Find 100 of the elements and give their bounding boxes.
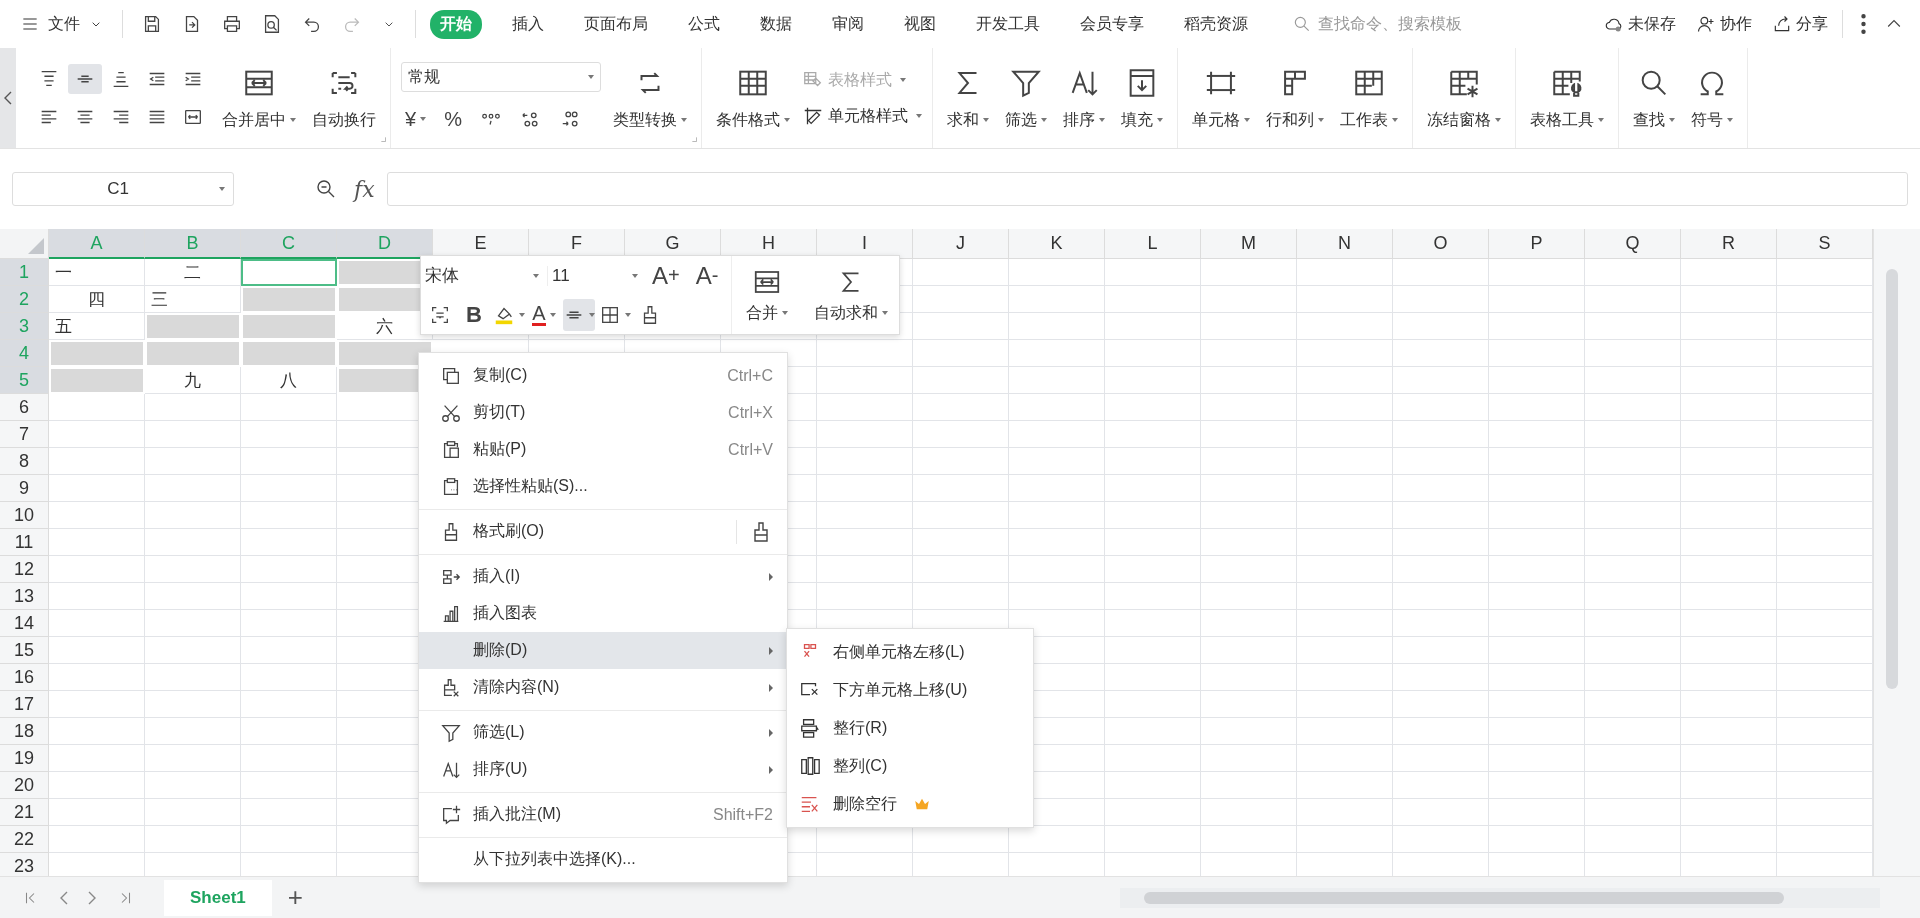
conditional-format-button[interactable]: 条件格式: [712, 65, 794, 131]
column-header[interactable]: J: [913, 229, 1009, 259]
menu-item[interactable]: 复制(C) Ctrl+C: [419, 357, 787, 394]
font-size-dropdown[interactable]: 11: [547, 265, 642, 286]
percent-button[interactable]: %: [440, 107, 466, 131]
menu-item[interactable]: 从下拉列表中选择(K)...: [419, 841, 787, 878]
menu-item[interactable]: 删除(D): [419, 632, 787, 669]
menu-tab[interactable]: 稻壳资源: [1174, 9, 1258, 39]
column-header[interactable]: M: [1201, 229, 1297, 259]
menu-tab[interactable]: 开发工具: [966, 9, 1050, 39]
symbol-button[interactable]: 符号: [1687, 65, 1737, 131]
menu-item[interactable]: 排序(U): [419, 751, 787, 788]
menu-tab[interactable]: 视图: [894, 9, 946, 39]
row-header[interactable]: 16: [0, 664, 49, 691]
number-format-dropdown[interactable]: 常规: [401, 62, 601, 92]
file-menu[interactable]: 文件: [20, 13, 104, 35]
column-header[interactable]: P: [1489, 229, 1585, 259]
align-button[interactable]: [563, 298, 595, 331]
row-header[interactable]: 14: [0, 610, 49, 637]
sum-button[interactable]: 求和: [943, 65, 993, 131]
table-cell[interactable]: 四: [49, 286, 145, 313]
merge-center-button[interactable]: 合并居中: [218, 65, 300, 131]
menu-item[interactable]: 格式刷(O): [419, 513, 787, 550]
menu-tab[interactable]: 会员专享: [1070, 9, 1154, 39]
share-button[interactable]: 分享: [1772, 13, 1828, 35]
column-header[interactable]: Q: [1585, 229, 1681, 259]
collaborate-button[interactable]: 协作: [1696, 13, 1752, 35]
wrap-text-button[interactable]: 自动换行: [308, 65, 380, 131]
menu-tab[interactable]: 审阅: [822, 9, 874, 39]
menu-item[interactable]: 剪切(T) Ctrl+X: [419, 394, 787, 431]
table-cell[interactable]: 二: [145, 259, 241, 286]
row-header[interactable]: 11: [0, 529, 49, 556]
menu-item[interactable]: 选择性粘贴(S)...: [419, 468, 787, 505]
row-header[interactable]: 13: [0, 583, 49, 610]
fill-button[interactable]: 填充: [1117, 65, 1167, 131]
menu-tab[interactable]: 插入: [502, 9, 554, 39]
row-header[interactable]: 8: [0, 448, 49, 475]
merge-button[interactable]: 合并: [742, 266, 792, 324]
menu-item[interactable]: 右侧单元格左移(L): [787, 633, 1033, 671]
font-color-button[interactable]: A: [529, 298, 559, 331]
filter-button[interactable]: 筛选: [1001, 65, 1051, 131]
autosum-button[interactable]: 自动求和: [810, 266, 892, 324]
formula-input[interactable]: [386, 172, 1908, 206]
table-tools-button[interactable]: 表格工具: [1526, 65, 1608, 131]
name-box[interactable]: C1: [12, 172, 234, 206]
row-header[interactable]: 7: [0, 421, 49, 448]
column-header[interactable]: S: [1777, 229, 1873, 259]
vertical-scrollbar[interactable]: [1873, 229, 1920, 876]
row-header[interactable]: 6: [0, 394, 49, 421]
add-sheet-button[interactable]: +: [277, 882, 313, 913]
row-header[interactable]: 9: [0, 475, 49, 502]
sort-button[interactable]: 排序: [1059, 65, 1109, 131]
menu-item[interactable]: 粘贴(P) Ctrl+V: [419, 431, 787, 468]
menu-item[interactable]: 删除空行: [787, 785, 1033, 823]
menu-item[interactable]: 清除内容(N): [419, 669, 787, 706]
menu-item[interactable]: 整行(R): [787, 709, 1033, 747]
type-convert-button[interactable]: 类型转换: [609, 65, 691, 131]
row-header[interactable]: 18: [0, 718, 49, 745]
align-middle-button[interactable]: [68, 64, 102, 94]
horizontal-scrollbar[interactable]: [1120, 887, 1880, 908]
currency-button[interactable]: ¥: [401, 107, 431, 131]
table-cell[interactable]: 一: [49, 259, 145, 286]
menu-item[interactable]: 整列(C): [787, 747, 1033, 785]
column-header[interactable]: N: [1297, 229, 1393, 259]
bold-button[interactable]: B: [459, 298, 489, 331]
menu-item[interactable]: 下方单元格上移(U): [787, 671, 1033, 709]
menu-tab[interactable]: 数据: [750, 9, 802, 39]
row-header[interactable]: 10: [0, 502, 49, 529]
row-header[interactable]: 23: [0, 853, 49, 876]
rows-columns-button[interactable]: 行和列: [1262, 65, 1328, 131]
row-header[interactable]: 15: [0, 637, 49, 664]
unsaved-status[interactable]: 未保存: [1604, 13, 1676, 35]
column-header[interactable]: R: [1681, 229, 1777, 259]
menu-item[interactable]: 插入(I): [419, 558, 787, 595]
ribbon-handle[interactable]: [0, 48, 16, 148]
freeze-panes-button[interactable]: 冻结窗格: [1423, 65, 1505, 131]
menu-item[interactable]: 插入图表: [419, 595, 787, 632]
find-button[interactable]: 查找: [1629, 65, 1679, 131]
row-header[interactable]: 12: [0, 556, 49, 583]
column-header[interactable]: O: [1393, 229, 1489, 259]
function-button[interactable]: fx: [354, 176, 375, 202]
cell-button[interactable]: 单元格: [1188, 65, 1254, 131]
row-header[interactable]: 19: [0, 745, 49, 772]
menu-tab[interactable]: 页面布局: [574, 9, 658, 39]
menu-tab[interactable]: 公式: [678, 9, 730, 39]
submenu-arrow-icon: [769, 765, 773, 774]
column-header[interactable]: L: [1105, 229, 1201, 259]
menu-item[interactable]: 筛选(L): [419, 714, 787, 751]
cell-style-button[interactable]: 单元格样式: [802, 105, 922, 127]
table-cell[interactable]: 九: [145, 367, 241, 394]
font-dropdown[interactable]: 宋体: [425, 264, 543, 287]
row-header[interactable]: 22: [0, 826, 49, 853]
worksheet-button[interactable]: 工作表: [1336, 65, 1402, 131]
table-cell[interactable]: [241, 259, 337, 286]
dialog-launcher-icon: [689, 134, 699, 144]
menu-item[interactable]: 插入批注(M) Shift+F2: [419, 796, 787, 833]
row-header[interactable]: 17: [0, 691, 49, 718]
row-header[interactable]: 20: [0, 772, 49, 799]
column-header[interactable]: K: [1009, 229, 1105, 259]
row-header[interactable]: 21: [0, 799, 49, 826]
